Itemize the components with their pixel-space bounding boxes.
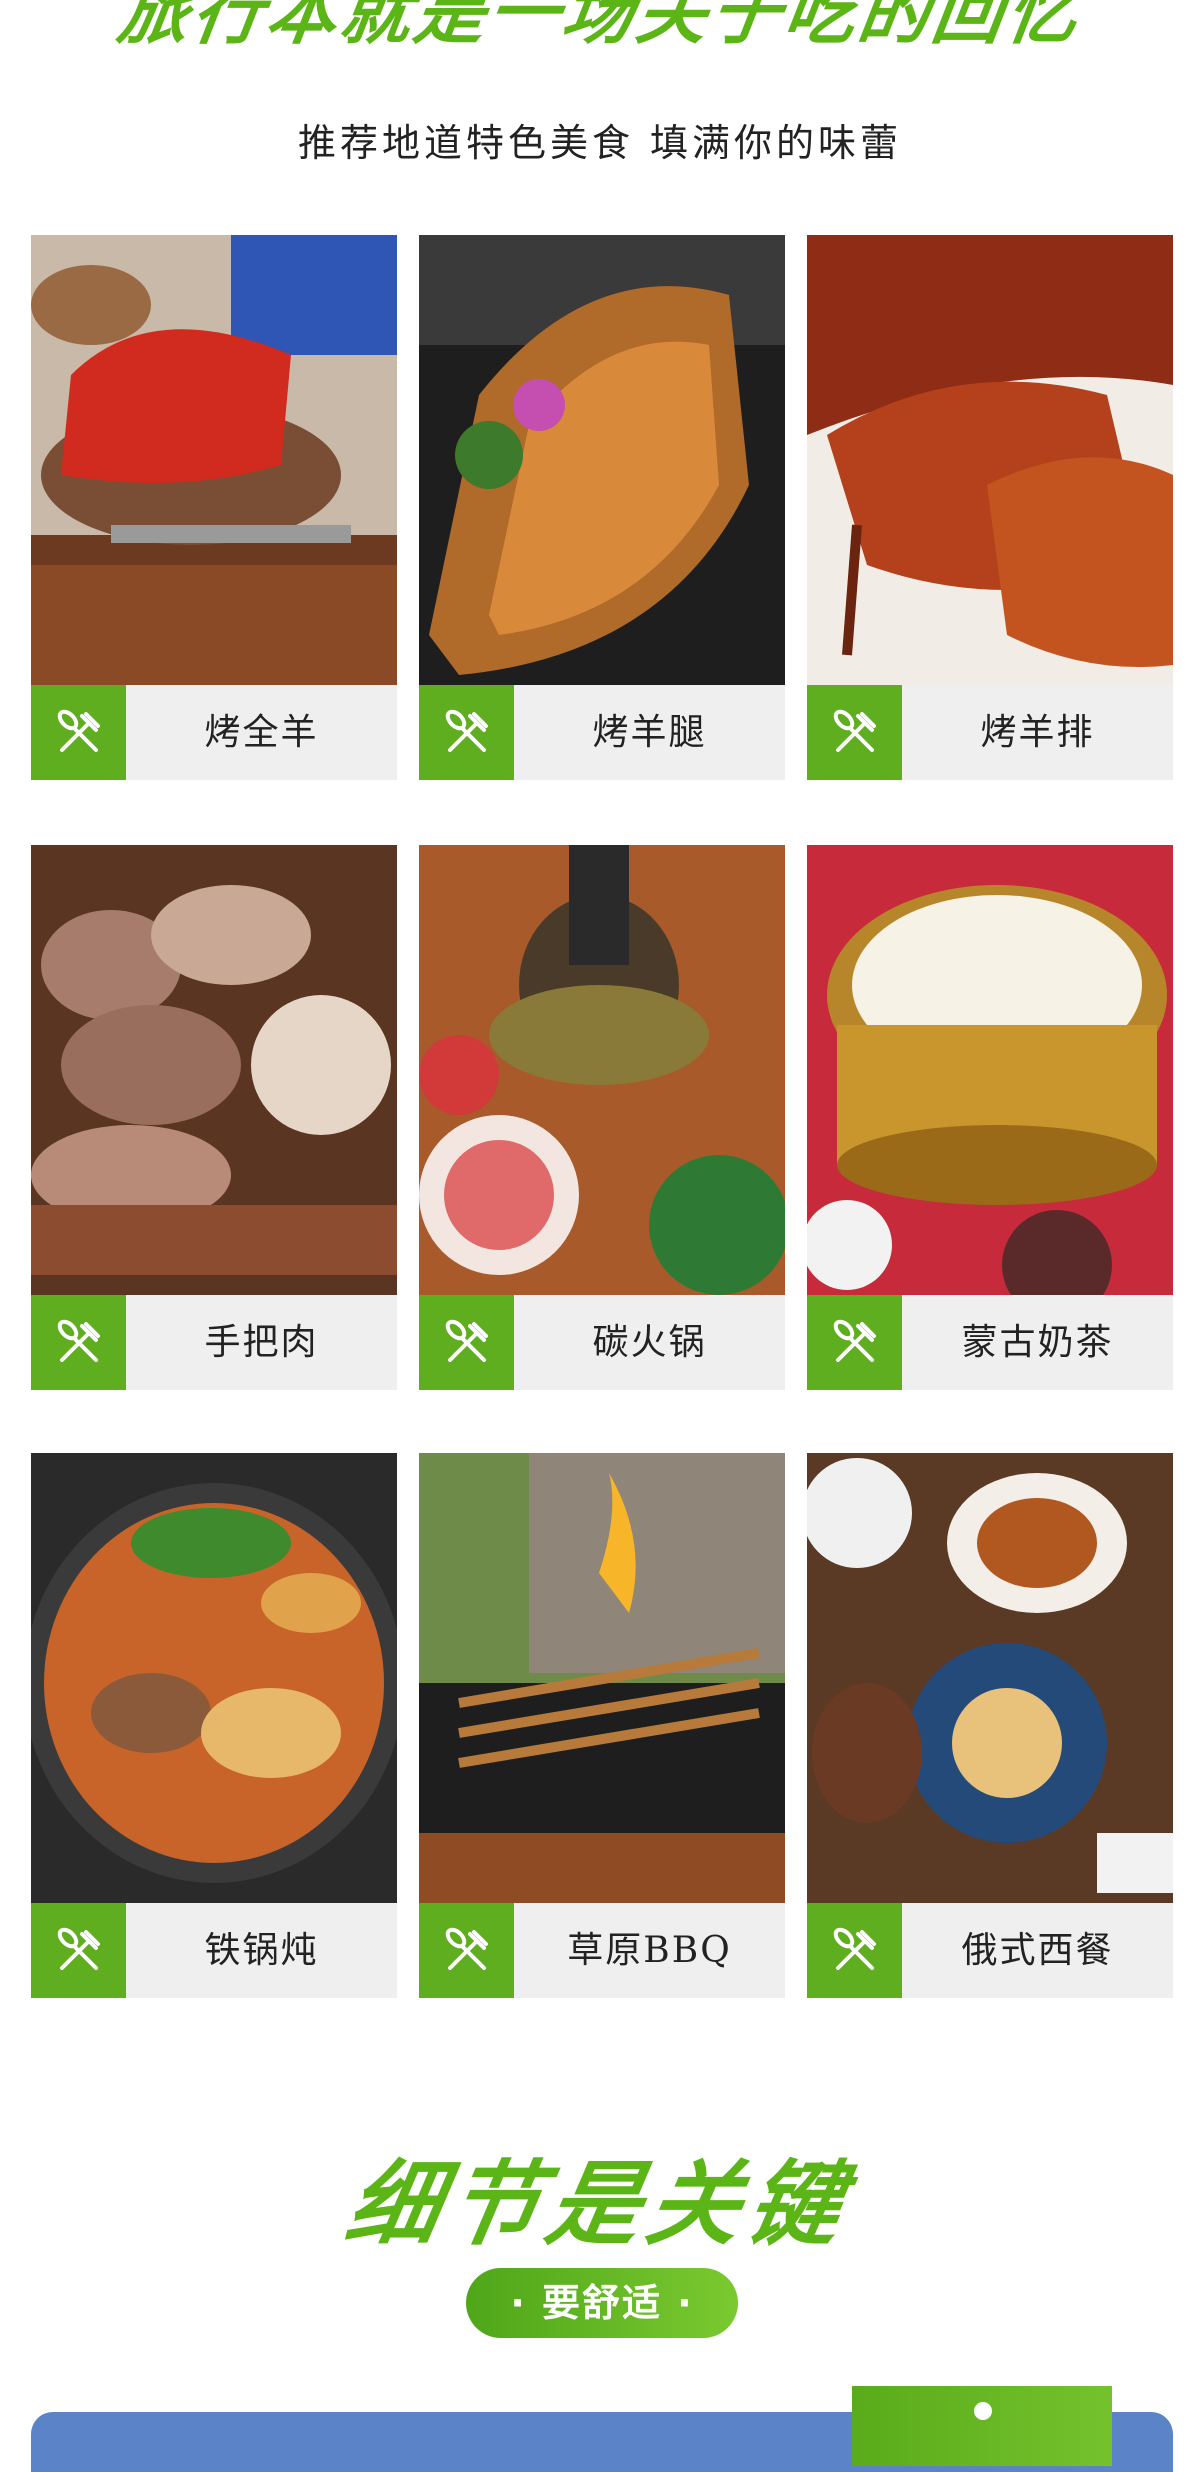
fork-knife-icon [31, 685, 126, 780]
food-label-bar: 烤羊腿 [419, 685, 785, 780]
food-label-bar: 手把肉 [31, 1295, 397, 1390]
fork-knife-icon [419, 1903, 514, 1998]
food-name: 草原BBQ [567, 1930, 732, 1971]
food-label-bar: 烤羊排 [807, 685, 1173, 780]
food-photo [807, 1453, 1173, 1903]
food-photo [31, 235, 397, 685]
food-name: 俄式西餐 [961, 1930, 1114, 1971]
food-label-bar: 蒙古奶茶 [807, 1295, 1173, 1390]
food-label-bar: 碳火锅 [419, 1295, 785, 1390]
food-name: 蒙古奶茶 [961, 1322, 1114, 1363]
tab-dot [974, 2402, 992, 2420]
food-card-hand-held-mutton[interactable]: 手把肉 [31, 845, 397, 1390]
food-label-bar: 俄式西餐 [807, 1903, 1173, 1998]
food-card-russian-western-meal[interactable]: 俄式西餐 [807, 1453, 1173, 1998]
food-photo [31, 1453, 397, 1903]
food-photo [807, 845, 1173, 1295]
food-photo [807, 235, 1173, 685]
food-label-bar: 草原BBQ [419, 1903, 785, 1998]
food-name: 碳火锅 [592, 1322, 707, 1363]
hero-subtitle: 推荐地道特色美食 填满你的味蕾 [297, 121, 903, 165]
food-label-bar: 烤全羊 [31, 685, 397, 780]
food-name: 铁锅炖 [204, 1930, 319, 1971]
food-card-roast-lamb-leg[interactable]: 烤羊腿 [419, 235, 785, 780]
food-label-bar: 铁锅炖 [31, 1903, 397, 1998]
food-name: 烤羊排 [980, 712, 1095, 753]
fork-knife-icon [31, 1295, 126, 1390]
fork-knife-icon [419, 685, 514, 780]
section-pill: · 要舒适 · [466, 2268, 738, 2338]
food-card-roast-whole-lamb[interactable]: 烤全羊 [31, 235, 397, 780]
fork-knife-icon [807, 1295, 902, 1390]
food-name: 烤羊腿 [592, 712, 707, 753]
fork-knife-icon [807, 1903, 902, 1998]
food-card-charcoal-hotpot[interactable]: 碳火锅 [419, 845, 785, 1390]
section-title: 细节是关键 [339, 2151, 859, 2258]
food-card-roast-lamb-chops[interactable]: 烤羊排 [807, 235, 1173, 780]
food-photo [419, 845, 785, 1295]
fork-knife-icon [419, 1295, 514, 1390]
food-name: 手把肉 [204, 1322, 319, 1363]
hero-title: 旅行本就是一场关于吃的回忆 [113, 0, 1087, 54]
food-photo [31, 845, 397, 1295]
food-card-grassland-bbq[interactable]: 草原BBQ [419, 1453, 785, 1998]
bottom-tab [852, 2386, 1112, 2466]
fork-knife-icon [807, 685, 902, 780]
food-card-iron-pot-stew[interactable]: 铁锅炖 [31, 1453, 397, 1998]
food-photo [419, 1453, 785, 1903]
food-name: 烤全羊 [204, 712, 319, 753]
food-card-mongolian-milk-tea[interactable]: 蒙古奶茶 [807, 845, 1173, 1390]
fork-knife-icon [31, 1903, 126, 1998]
food-photo [419, 235, 785, 685]
